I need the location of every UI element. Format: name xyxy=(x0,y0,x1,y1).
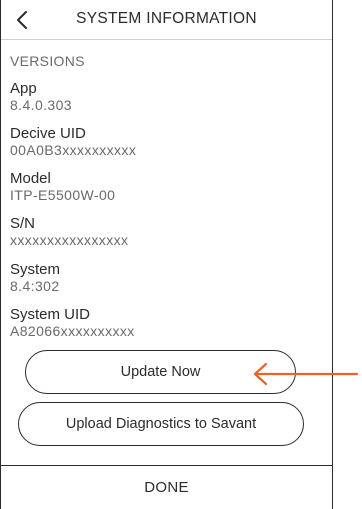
info-label: Decive UID xyxy=(10,125,86,142)
versions-section-title: VERSIONS xyxy=(10,53,85,69)
system-information-panel: SYSTEM INFORMATION VERSIONS App 8.4.0.30… xyxy=(0,0,333,509)
info-device-uid: Decive UID 00A0B3xxxxxxxxxx xyxy=(10,125,136,159)
page-title: SYSTEM INFORMATION xyxy=(76,10,257,27)
info-label: App xyxy=(10,80,37,97)
info-label: System xyxy=(10,261,61,278)
info-label: S/N xyxy=(10,215,36,232)
info-value: 8.4:302 xyxy=(10,278,60,294)
info-system-uid: System UID A82066xxxxxxxxxx xyxy=(10,306,135,340)
info-value: xxxxxxxxxxxxxxxx xyxy=(10,232,129,248)
info-serial-number: S/N xxxxxxxxxxxxxxxx xyxy=(10,215,128,249)
info-value: 8.4.0.303 xyxy=(10,97,72,113)
info-system: System 8.4:302 xyxy=(10,261,60,295)
upload-diagnostics-button[interactable]: Upload Diagnostics to Savant xyxy=(18,402,304,446)
info-label: Model xyxy=(10,170,51,187)
info-model: Model ITP-E5500W-00 xyxy=(10,170,115,204)
done-button[interactable]: DONE xyxy=(1,466,332,509)
header-bar: SYSTEM INFORMATION xyxy=(1,0,332,40)
info-value: ITP-E5500W-00 xyxy=(10,187,116,203)
info-app: App 8.4.0.303 xyxy=(10,80,72,114)
info-value: 00A0B3xxxxxxxxxx xyxy=(10,142,137,158)
info-label: System UID xyxy=(10,306,91,323)
info-value: A82066xxxxxxxxxx xyxy=(10,323,135,339)
arrow-left-icon xyxy=(253,362,359,386)
callout-arrow xyxy=(253,362,359,386)
